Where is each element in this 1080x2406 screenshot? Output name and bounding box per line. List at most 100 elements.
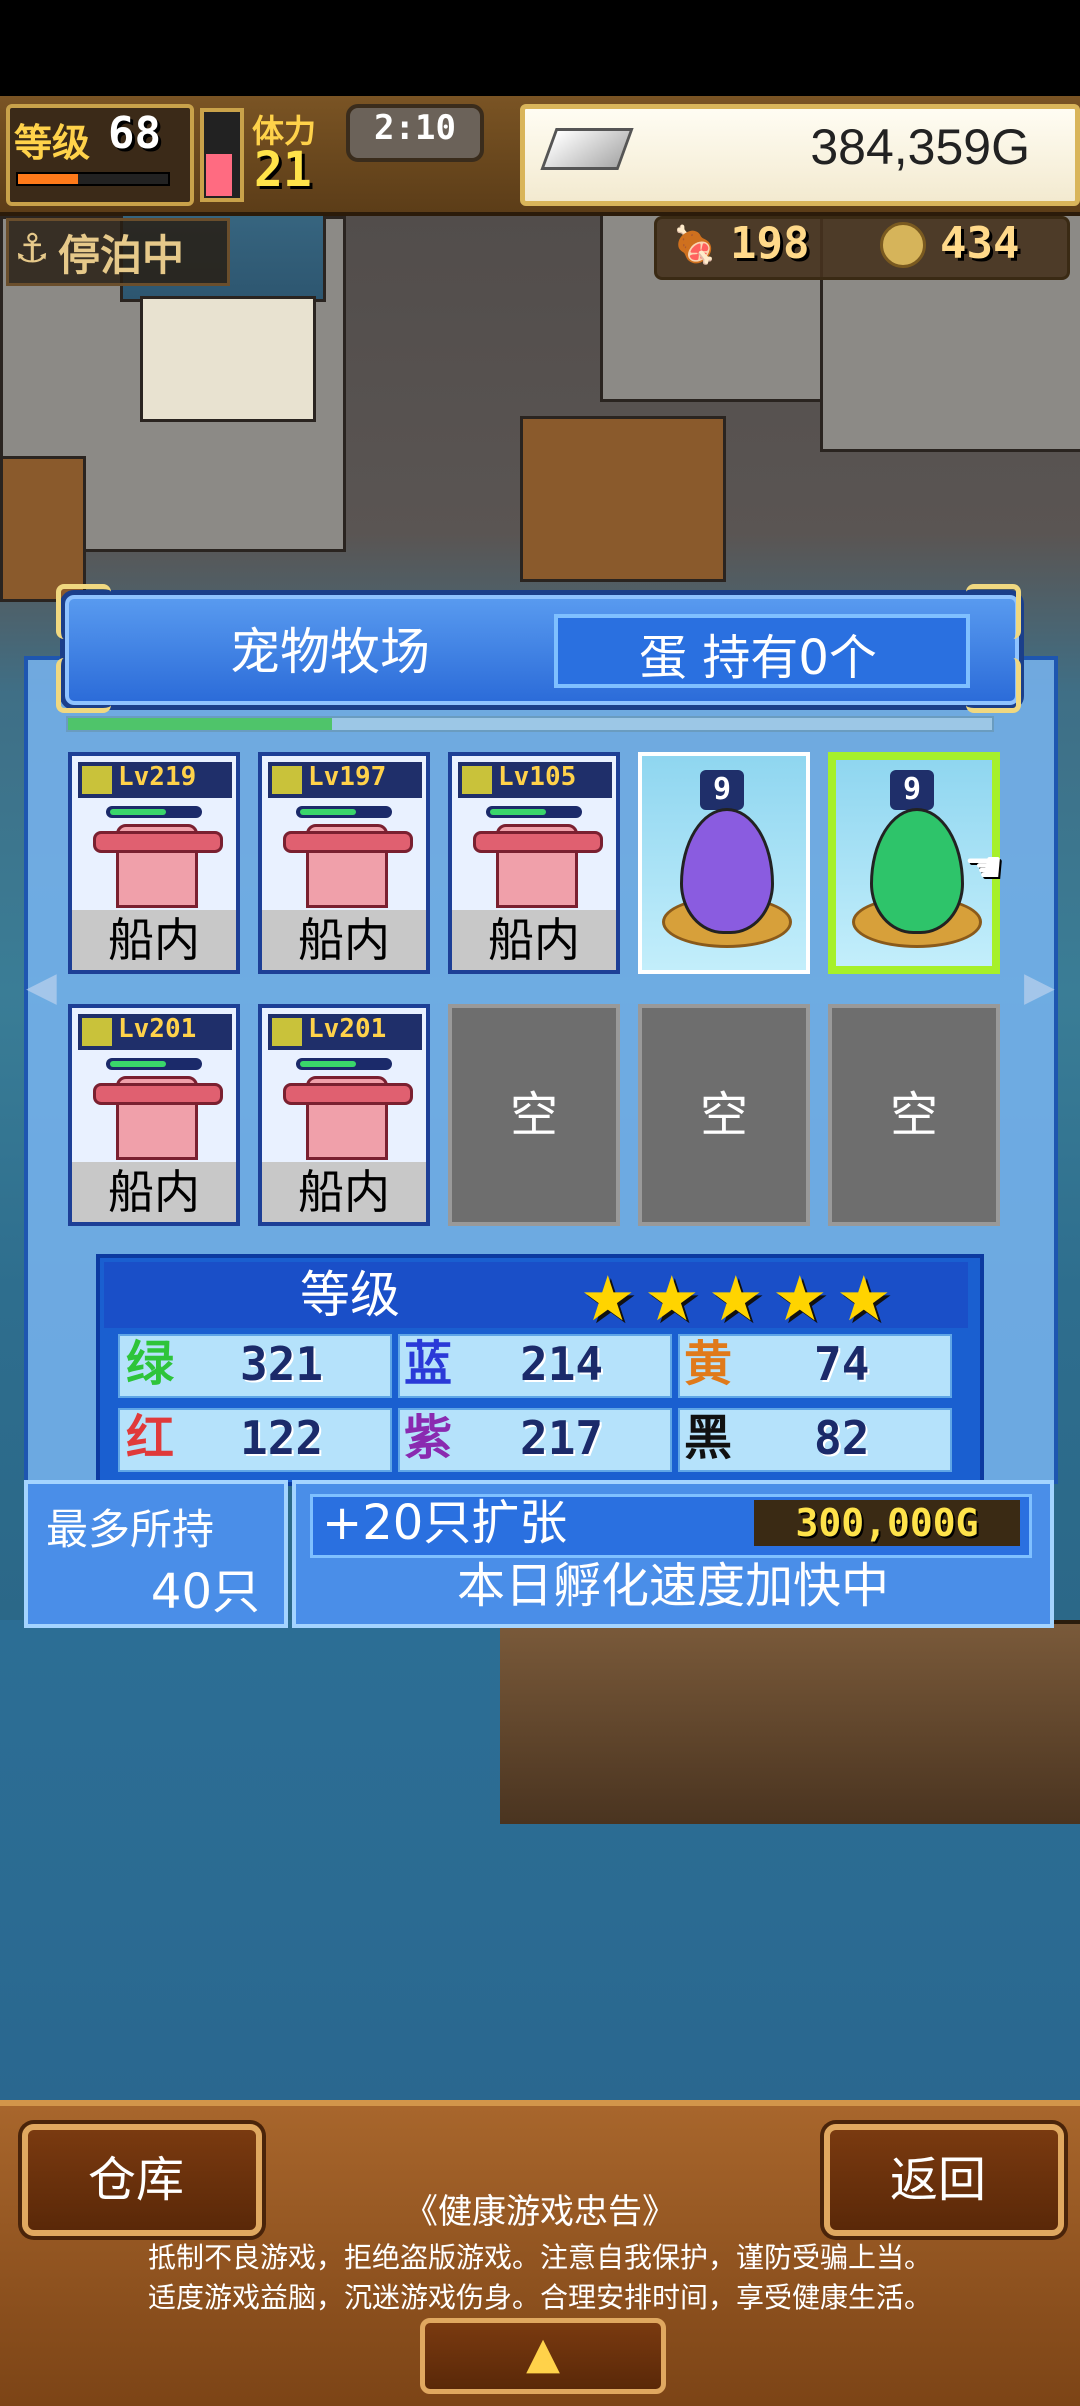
pet-level-tag: Lv105 — [458, 762, 612, 798]
pet-location: 船内 — [72, 910, 236, 970]
stat-name: 蓝 — [404, 1336, 453, 1392]
health-notice-line: 抵制不良游戏，拒绝盗版游戏。注意自我保护，谨防受骗上当。 — [147, 2241, 932, 2274]
hatch-status-text: 本日孵化速度加快中 — [456, 1558, 889, 1614]
back-button-label: 返回 — [889, 2152, 986, 2208]
pet-hp-fill — [300, 809, 356, 815]
element-icon — [272, 766, 302, 794]
rank-star-icon: ★ — [580, 1262, 636, 1335]
pet-slot[interactable]: Lv219 船内 — [68, 752, 240, 974]
health-notice-title: 《健康游戏忠告》 — [404, 2192, 676, 2232]
max-capacity-label: 最多所持 — [46, 1505, 215, 1554]
system-status-bar — [0, 0, 1080, 96]
level-value: 68 — [108, 108, 161, 159]
warehouse-button-label: 仓库 — [87, 2152, 184, 2208]
egg-hatch-count: 9 — [700, 770, 744, 810]
pointer-hand-icon: ☚ — [964, 842, 1004, 893]
frame-corner — [966, 658, 1021, 713]
page-right-arrow-icon[interactable]: ▶ — [1024, 964, 1055, 1010]
empty-slot-label: 空 — [509, 1087, 558, 1143]
house-wall — [140, 296, 316, 422]
frame-corner — [966, 584, 1021, 639]
pet-sprite — [283, 824, 413, 908]
stat-value: 82 — [814, 1411, 870, 1465]
pet-sprite — [93, 824, 223, 908]
pet-level: Lv201 — [308, 1014, 387, 1044]
pet-level: Lv197 — [308, 762, 387, 792]
pet-level-tag: Lv201 — [78, 1014, 232, 1050]
rank-star-icon: ★ — [644, 1262, 700, 1335]
pet-location: 船内 — [452, 910, 616, 970]
food-count: 198 — [730, 218, 810, 269]
pet-slot[interactable]: Lv105 船内 — [448, 752, 620, 974]
empty-slot[interactable]: 空 — [828, 1004, 1000, 1226]
timer-text: 2:10 — [374, 108, 456, 148]
money-amount: 384,359G — [810, 119, 1030, 175]
level-progress-fill — [18, 174, 78, 184]
stat-name: 红 — [126, 1410, 175, 1466]
rank-label: 等级 — [300, 1266, 400, 1324]
coin-icon — [880, 222, 926, 268]
food-icon: 🍖 — [672, 225, 717, 266]
pet-hp-fill — [490, 809, 546, 815]
pet-location: 船内 — [72, 1162, 236, 1222]
pet-level-tag: Lv219 — [78, 762, 232, 798]
health-notice-line: 适度游戏益脑，沉迷游戏伤身。合理安排时间，享受健康生活。 — [147, 2281, 932, 2314]
element-icon — [462, 766, 492, 794]
empty-slot-label: 空 — [699, 1087, 748, 1143]
stat-value: 74 — [814, 1337, 870, 1391]
egg-hatch-count: 9 — [890, 770, 934, 810]
stat-value: 122 — [240, 1411, 324, 1465]
empty-slot[interactable]: 空 — [448, 1004, 620, 1226]
stamina-value: 21 — [254, 142, 312, 198]
rank-star-icon: ★ — [772, 1262, 828, 1335]
egg-green — [870, 808, 964, 934]
silver-bar-icon — [540, 128, 634, 170]
rank-star-icon: ★ — [836, 1262, 892, 1335]
ranch-progress-fill — [68, 718, 332, 730]
level-label: 等级 — [14, 121, 91, 165]
anchor-icon: ⚓ — [14, 226, 50, 272]
pet-sprite — [473, 824, 603, 908]
wooden-house — [520, 416, 726, 582]
egg-count-text: 蛋 持有0个 — [639, 630, 877, 686]
expand-cost: 300,000G — [754, 1500, 1020, 1546]
stamina-fill — [206, 154, 232, 196]
empty-slot-label: 空 — [889, 1087, 938, 1143]
pet-slot[interactable]: Lv197 船内 — [258, 752, 430, 974]
rank-star-icon: ★ — [708, 1262, 764, 1335]
page-left-arrow-icon[interactable]: ◀ — [26, 964, 57, 1010]
stat-name: 紫 — [404, 1410, 453, 1466]
max-capacity-value: 40只 — [150, 1564, 260, 1620]
stat-value: 217 — [520, 1411, 604, 1465]
coin-count: 434 — [940, 218, 1020, 269]
expand-capacity-label: +20只扩张 — [322, 1495, 568, 1551]
empty-slot[interactable]: 空 — [638, 1004, 810, 1226]
element-icon — [82, 766, 112, 794]
stat-name: 黄 — [684, 1336, 733, 1392]
pet-hp-fill — [300, 1061, 356, 1067]
stat-value: 321 — [240, 1337, 324, 1391]
pet-sprite — [93, 1076, 223, 1160]
pet-sprite — [283, 1076, 413, 1160]
pet-level: Lv105 — [498, 762, 577, 792]
egg-purple — [680, 808, 774, 934]
egg-slot[interactable]: 9 — [638, 752, 810, 974]
pet-slot[interactable]: Lv201 船内 — [258, 1004, 430, 1226]
up-arrow-icon: ▲ — [526, 2328, 560, 2379]
pet-location: 船内 — [262, 910, 426, 970]
frame-corner — [56, 658, 111, 713]
pet-level-tag: Lv201 — [268, 1014, 422, 1050]
pet-slot[interactable]: Lv201 船内 — [68, 1004, 240, 1226]
stat-value: 214 — [520, 1337, 604, 1391]
dock-post — [0, 456, 86, 602]
element-icon — [82, 1018, 112, 1046]
pet-level: Lv201 — [118, 1014, 197, 1044]
element-icon — [272, 1018, 302, 1046]
pet-level: Lv219 — [118, 762, 197, 792]
frame-corner — [56, 584, 111, 639]
ranch-title: 宠物牧场 — [230, 623, 430, 681]
pet-location: 船内 — [262, 1162, 426, 1222]
dock-status-text: 停泊中 — [58, 231, 185, 280]
pet-hp-fill — [110, 809, 166, 815]
stat-name: 黑 — [684, 1410, 733, 1466]
